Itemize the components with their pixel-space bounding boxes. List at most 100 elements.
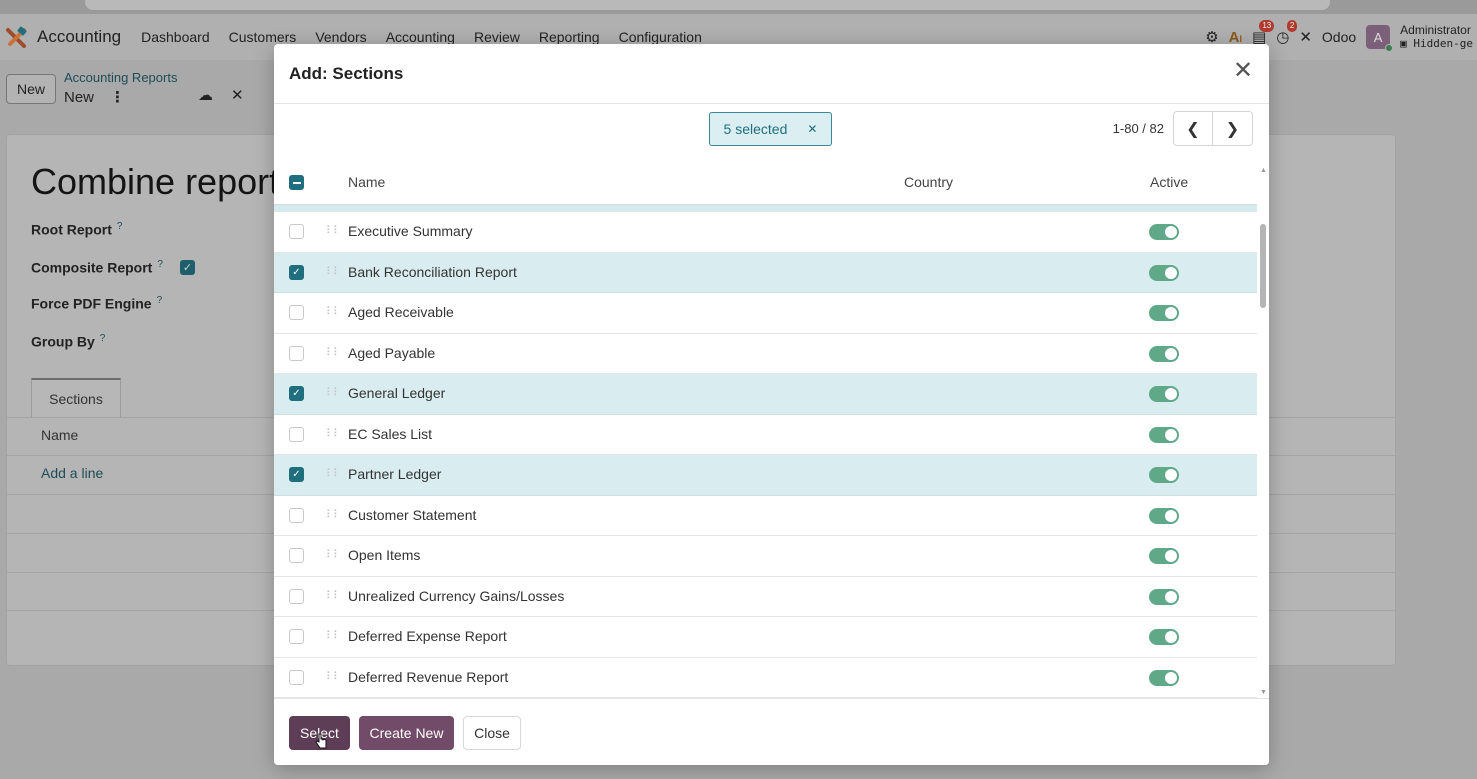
kebab-menu-icon[interactable]: ⋮ bbox=[110, 88, 125, 106]
report-title[interactable]: Combine report bbox=[31, 161, 279, 203]
list-scrollbar[interactable]: ▲ ▼ bbox=[1257, 161, 1269, 698]
company-switcher[interactable]: Odoo bbox=[1322, 29, 1356, 45]
close-icon[interactable]: ✕ bbox=[1231, 59, 1255, 84]
menu-review[interactable]: Review bbox=[474, 29, 520, 45]
active-toggle[interactable] bbox=[1149, 467, 1179, 483]
row-name[interactable]: Executive Summary bbox=[348, 223, 472, 239]
discard-icon[interactable]: ✕ bbox=[231, 86, 244, 104]
column-active[interactable]: Active bbox=[1150, 174, 1188, 190]
table-row[interactable]: ⠇⠇ Deferred Expense Report bbox=[274, 617, 1257, 658]
pager-value[interactable]: 1-80 / 82 bbox=[1113, 121, 1164, 136]
row-name[interactable]: Customer Statement bbox=[348, 507, 476, 523]
table-row[interactable]: ⠇⠇ EC Sales List bbox=[274, 415, 1257, 455]
active-toggle[interactable] bbox=[1149, 224, 1179, 240]
active-toggle[interactable] bbox=[1149, 629, 1179, 645]
row-checkbox[interactable] bbox=[289, 588, 304, 604]
active-toggle[interactable] bbox=[1149, 345, 1179, 362]
row-name[interactable]: Open Items bbox=[348, 547, 420, 563]
row-checkbox[interactable] bbox=[289, 507, 304, 523]
row-checkbox[interactable] bbox=[289, 305, 304, 320]
drag-handle-icon[interactable]: ⠇⠇ bbox=[326, 224, 341, 237]
active-toggle[interactable] bbox=[1149, 548, 1179, 564]
drag-handle-icon[interactable]: ⠇⠇ bbox=[326, 548, 341, 561]
create-new-button[interactable]: Create New bbox=[359, 716, 454, 750]
column-country[interactable]: Country bbox=[904, 174, 953, 190]
active-toggle[interactable] bbox=[1149, 426, 1179, 443]
new-button[interactable]: New bbox=[6, 74, 56, 104]
drag-handle-icon[interactable]: ⠇⠇ bbox=[326, 346, 341, 359]
row-checkbox[interactable] bbox=[289, 548, 304, 563]
scroll-up-icon[interactable]: ▲ bbox=[1260, 167, 1267, 174]
row-name[interactable]: EC Sales List bbox=[348, 426, 432, 442]
active-toggle[interactable] bbox=[1149, 588, 1179, 605]
scroll-down-icon[interactable]: ▼ bbox=[1260, 689, 1267, 696]
breadcrumb-parent[interactable]: Accounting Reports bbox=[64, 70, 177, 85]
table-row[interactable]: ✓ ⠇⠇ General Ledger bbox=[274, 374, 1257, 415]
row-checkbox[interactable]: ✓ bbox=[289, 386, 304, 401]
scrollbar-thumb[interactable] bbox=[1260, 224, 1266, 308]
row-name[interactable]: Deferred Revenue Report bbox=[348, 669, 508, 685]
composite-report-checkbox[interactable]: ✓ bbox=[180, 260, 195, 275]
row-name[interactable]: Aged Payable bbox=[348, 345, 435, 361]
column-name[interactable]: Name bbox=[348, 174, 385, 190]
select-all-checkbox[interactable] bbox=[289, 175, 304, 190]
row-checkbox[interactable] bbox=[289, 669, 304, 685]
table-row[interactable]: ⠇⠇ Open Items bbox=[274, 536, 1257, 577]
row-name[interactable]: Bank Reconciliation Report bbox=[348, 264, 517, 280]
drag-handle-icon[interactable]: ⠇⠇ bbox=[326, 427, 341, 440]
address-bar[interactable] bbox=[85, 0, 1330, 10]
add-line-link[interactable]: Add a line bbox=[41, 465, 103, 481]
menu-configuration[interactable]: Configuration bbox=[619, 29, 702, 45]
row-name[interactable]: Unrealized Currency Gains/Losses bbox=[348, 588, 564, 604]
menu-customers[interactable]: Customers bbox=[229, 29, 297, 45]
table-row[interactable]: ⠇⠇ Unrealized Currency Gains/Losses bbox=[274, 577, 1257, 617]
drag-handle-icon[interactable]: ⠇⠇ bbox=[326, 386, 341, 399]
active-toggle[interactable] bbox=[1149, 386, 1179, 402]
table-row[interactable]: ⠇⠇ Executive Summary bbox=[274, 212, 1257, 253]
active-toggle[interactable] bbox=[1149, 305, 1179, 321]
row-name[interactable]: Partner Ledger bbox=[348, 466, 441, 482]
avatar[interactable]: A bbox=[1366, 25, 1394, 52]
active-toggle[interactable] bbox=[1149, 264, 1179, 281]
drag-handle-icon[interactable]: ⠇⠇ bbox=[326, 670, 341, 683]
chevron-right-icon[interactable]: ❯ bbox=[1213, 111, 1253, 146]
row-checkbox[interactable] bbox=[289, 224, 304, 239]
tab-sections[interactable]: Sections bbox=[31, 378, 121, 418]
table-row[interactable]: ⠇⠇ Aged Receivable bbox=[274, 293, 1257, 334]
tools-icon[interactable]: ✕ bbox=[1299, 28, 1312, 46]
menu-vendors[interactable]: Vendors bbox=[315, 29, 366, 45]
chevron-left-icon[interactable]: ❮ bbox=[1173, 111, 1213, 146]
drag-handle-icon[interactable]: ⠇⠇ bbox=[326, 589, 341, 602]
clock-icon[interactable]: ◷ 2 bbox=[1276, 20, 1298, 46]
selection-badge[interactable]: 5 selected ✕ bbox=[709, 112, 832, 146]
drag-handle-icon[interactable]: ⠇⠇ bbox=[326, 265, 341, 278]
close-button[interactable]: Close bbox=[463, 716, 521, 750]
menu-reporting[interactable]: Reporting bbox=[539, 29, 600, 45]
table-row[interactable]: ✓ ⠇⠇ Partner Ledger bbox=[274, 455, 1257, 496]
row-name[interactable]: Deferred Expense Report bbox=[348, 628, 507, 644]
table-row[interactable]: ⠇⠇ Customer Statement bbox=[274, 496, 1257, 536]
table-row[interactable]: ⠇⠇ Deferred Revenue Report bbox=[274, 658, 1257, 698]
row-checkbox[interactable]: ✓ bbox=[289, 467, 304, 482]
row-name[interactable]: General Ledger bbox=[348, 385, 445, 401]
active-toggle[interactable] bbox=[1149, 669, 1179, 686]
help-icon[interactable]: ? bbox=[117, 221, 123, 232]
table-row[interactable]: ⠇⠇ Aged Payable bbox=[274, 334, 1257, 374]
drag-handle-icon[interactable]: ⠇⠇ bbox=[326, 508, 341, 521]
row-name[interactable]: Aged Receivable bbox=[348, 304, 454, 320]
row-checkbox[interactable] bbox=[289, 345, 304, 361]
row-checkbox[interactable] bbox=[289, 426, 304, 442]
help-icon[interactable]: ? bbox=[100, 333, 106, 344]
drag-handle-icon[interactable]: ⠇⠇ bbox=[326, 305, 341, 318]
accounting-app-icon[interactable] bbox=[6, 26, 28, 48]
help-icon[interactable]: ? bbox=[157, 295, 163, 306]
row-checkbox[interactable]: ✓ bbox=[289, 264, 304, 280]
menu-accounting[interactable]: Accounting bbox=[386, 29, 455, 45]
table-row[interactable]: ✓ ⠇⠇ Bank Reconciliation Report bbox=[274, 252, 1257, 293]
cloud-save-icon[interactable]: ☁ bbox=[198, 86, 213, 104]
active-toggle[interactable] bbox=[1149, 507, 1179, 524]
drag-handle-icon[interactable]: ⠇⠇ bbox=[326, 629, 341, 642]
help-icon[interactable]: ? bbox=[157, 259, 163, 270]
row-checkbox[interactable] bbox=[289, 629, 304, 644]
clear-selection-icon[interactable]: ✕ bbox=[807, 122, 817, 136]
